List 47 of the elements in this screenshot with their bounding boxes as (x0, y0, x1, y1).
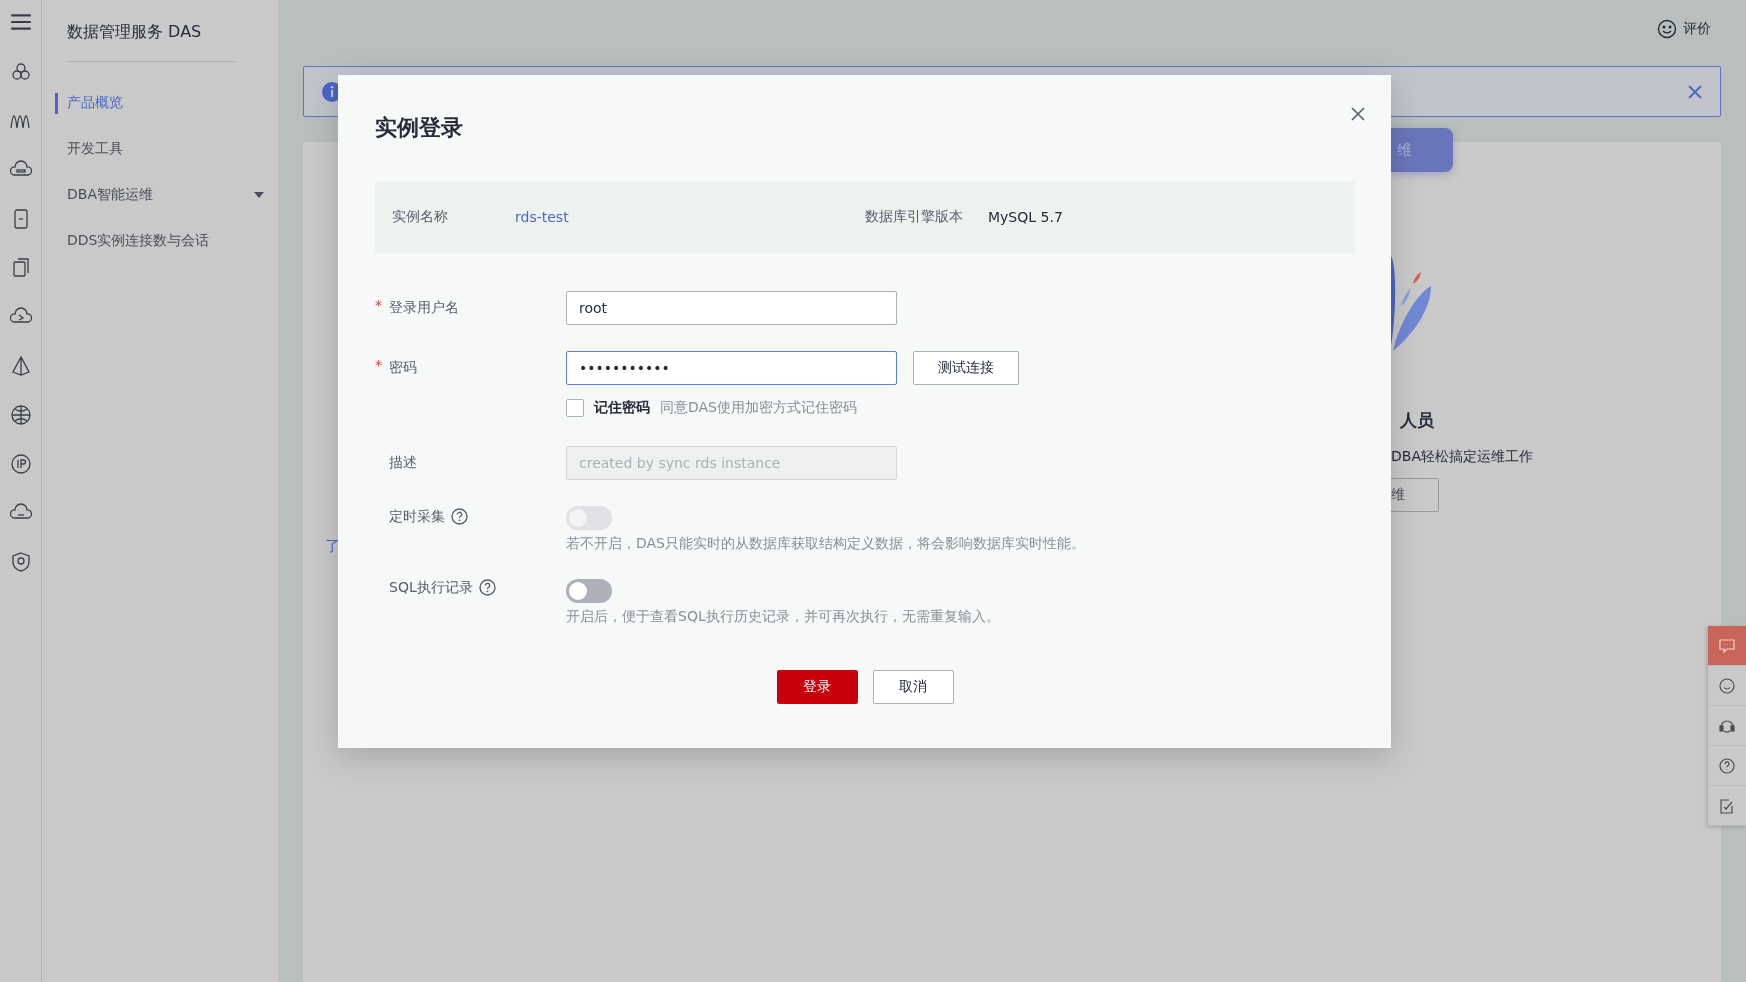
instance-link[interactable]: rds-test (515, 209, 627, 225)
section-heading: 人员 (1399, 409, 1434, 432)
toggle-hint: 若不开启，DAS只能实时的从数据库获取结构定义数据，将会影响数据库实时性能。 (566, 535, 1086, 553)
nav-item[interactable]: 开发工具 (67, 140, 123, 158)
nav-item[interactable]: 产品概览 (67, 94, 123, 112)
close-icon[interactable] (1688, 84, 1702, 99)
checkbox-label[interactable]: 记住密码 (594, 399, 650, 417)
help-icon (1718, 756, 1736, 775)
pyramid-icon[interactable] (9, 355, 32, 377)
toggle-switch[interactable] (566, 579, 612, 603)
info-label: 实例名称 (392, 208, 449, 226)
required-mark: * (375, 357, 382, 373)
note-icon (1718, 796, 1736, 815)
field-label: SQL执行记录 (389, 579, 473, 597)
service-title: 数据管理服务 DAS (67, 22, 202, 43)
required-mark: * (375, 297, 382, 313)
shield-icon[interactable] (9, 551, 32, 573)
section-description: DBA轻松搞定运维工作 (1391, 448, 1533, 466)
help-icon[interactable] (478, 579, 496, 596)
nav-item[interactable]: DBA智能运维 (67, 186, 153, 204)
globe-icon[interactable] (9, 404, 32, 426)
checkbox-hint: 同意DAS使用加密方式记住密码 (660, 399, 857, 417)
test-connection-button[interactable]: 测试连接 (913, 351, 1019, 385)
nav-item[interactable]: DDS实例连接数与会话 (67, 232, 210, 250)
toggle-hint: 开启后，便于查看SQL执行历史记录，并可再次执行，无需重复输入。 (566, 608, 1001, 626)
smiley-icon (1718, 676, 1736, 695)
cancel-button[interactable]: 取消 (872, 670, 954, 704)
field-label: 描述 (389, 454, 417, 472)
username-field[interactable]: root (566, 291, 897, 325)
chat-icon (1718, 636, 1736, 655)
dialog-title: 实例登录 (375, 114, 463, 142)
caret-icon[interactable] (254, 192, 264, 198)
link[interactable]: 了 (325, 537, 340, 555)
login-button[interactable]: 登录 (776, 670, 858, 704)
field-label: 定时采集 (389, 508, 445, 526)
feedback-link[interactable]: 评价 (1683, 20, 1711, 38)
help-icon[interactable] (451, 508, 468, 525)
ip-icon[interactable] (9, 453, 32, 475)
field-label: 密码 (389, 359, 417, 377)
password-field[interactable]: ••••••••••• (566, 351, 897, 385)
close-icon (1351, 107, 1365, 121)
info-value: MySQL 5.7 (988, 209, 1063, 225)
circles-icon[interactable] (9, 61, 32, 83)
checkbox[interactable] (566, 399, 584, 417)
field-label: 登录用户名 (389, 299, 459, 317)
info-label: 数据库引擎版本 (865, 208, 964, 226)
smiley-icon[interactable] (1657, 19, 1677, 39)
